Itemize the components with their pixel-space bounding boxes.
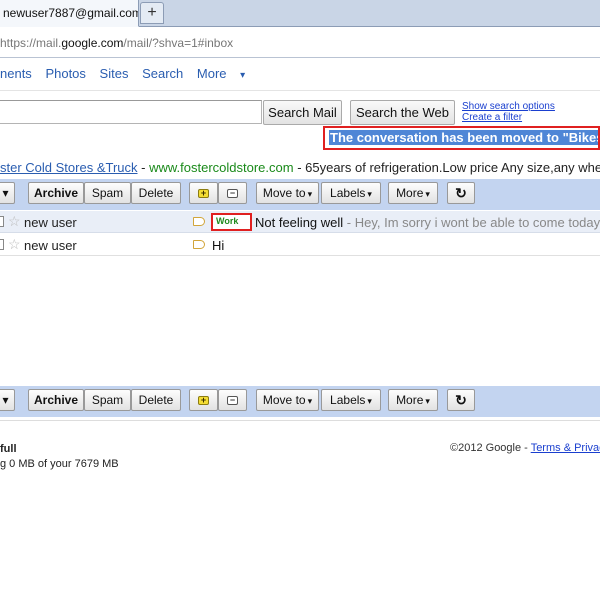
google-nav: nents Photos Sites Search More ▾ xyxy=(0,66,265,81)
search-mail-button[interactable]: Search Mail xyxy=(263,100,342,125)
nav-item-photos[interactable]: Photos xyxy=(45,66,85,81)
message-sender: new user xyxy=(24,238,77,253)
archive-button[interactable]: Archive xyxy=(28,389,84,411)
label-work[interactable]: Work xyxy=(211,213,252,231)
message-toolbar-bottom: ▾ Archive Spam Delete + − Move to ▾ Label… xyxy=(0,386,600,417)
message-checkbox[interactable] xyxy=(0,239,4,250)
storage-info: full g 0 MB of your 7679 MB xyxy=(0,442,119,472)
move-to-button[interactable]: Move to ▾ xyxy=(256,182,319,204)
importance-marker-icon[interactable] xyxy=(193,240,205,249)
refresh-icon: ↻ xyxy=(455,185,467,201)
chevron-down-icon: ▾ xyxy=(307,396,313,406)
storage-usage: g 0 MB of your 7679 MB xyxy=(0,458,119,470)
plus-icon: + xyxy=(198,189,209,199)
ad-description: - 65years of refrigeration.Low price Any… xyxy=(297,160,600,175)
labels-button[interactable]: Labels ▾ xyxy=(321,182,381,204)
chevron-down-icon: ▾ xyxy=(307,189,313,199)
message-sender: new user xyxy=(24,215,77,230)
move-to-button[interactable]: Move to ▾ xyxy=(256,389,319,411)
message-snippet: - Hey, Im sorry i wont be able to come t… xyxy=(343,215,600,230)
spam-button[interactable]: Spam xyxy=(84,182,131,204)
chevron-down-icon: ▾ xyxy=(367,189,372,199)
star-icon[interactable]: ☆ xyxy=(8,236,21,253)
message-subject: Not feeling well - Hey, Im sorry i wont … xyxy=(255,215,600,230)
ad-url[interactable]: www.fostercoldstore.com xyxy=(149,160,294,175)
importance-marker-icon[interactable] xyxy=(193,217,205,226)
archive-button[interactable]: Archive xyxy=(28,182,84,204)
plus-icon: + xyxy=(198,396,209,406)
view-mode-label[interactable]: full xyxy=(0,442,119,457)
mark-important-button[interactable]: + xyxy=(189,182,218,204)
select-dropdown-button[interactable]: ▾ xyxy=(0,182,15,204)
terms-privacy-link[interactable]: Terms & Privacy xyxy=(531,442,600,454)
chevron-down-icon: ▾ xyxy=(367,396,372,406)
select-dropdown-button[interactable]: ▾ xyxy=(0,389,15,411)
chevron-down-icon: ▾ xyxy=(425,396,430,406)
refresh-button[interactable]: ↻ xyxy=(447,389,475,411)
minus-icon: − xyxy=(227,189,238,199)
footer-divider xyxy=(0,420,600,421)
new-tab-button[interactable]: + xyxy=(140,2,164,24)
more-actions-button[interactable]: More ▾ xyxy=(388,182,438,204)
address-bar[interactable]: https://mail.google.com/mail/?shva=1#inb… xyxy=(0,28,600,58)
browser-tab-title: newuser7887@gmail.com xyxy=(3,6,139,20)
browser-tab-bar: newuser7887@gmail.com + xyxy=(0,0,600,27)
chevron-down-icon: ▾ xyxy=(2,393,9,407)
create-filter-link[interactable]: Create a filter xyxy=(462,112,555,123)
refresh-icon: ↻ xyxy=(455,392,467,408)
chevron-down-icon: ▾ xyxy=(2,186,9,200)
spam-button[interactable]: Spam xyxy=(84,389,131,411)
chevron-down-icon: ▾ xyxy=(425,189,430,199)
more-actions-button[interactable]: More ▾ xyxy=(388,389,438,411)
copyright-text: ©2012 Google - xyxy=(450,442,531,454)
nav-item-sites[interactable]: Sites xyxy=(100,66,129,81)
minus-icon: − xyxy=(227,396,238,406)
moved-conversation-notice: The conversation has been moved to "Bike… xyxy=(323,126,600,150)
nav-more-menu[interactable]: More ▾ xyxy=(197,66,255,81)
search-web-button[interactable]: Search the Web xyxy=(350,100,455,125)
mark-not-important-button[interactable]: − xyxy=(218,389,247,411)
star-icon[interactable]: ☆ xyxy=(8,213,21,230)
message-subject: Hi xyxy=(212,238,225,253)
plus-icon: + xyxy=(147,4,157,21)
message-checkbox[interactable] xyxy=(0,216,4,227)
chevron-down-icon: ▾ xyxy=(240,70,246,81)
message-row[interactable]: ☆ new user Work Not feeling well - Hey, … xyxy=(0,211,600,233)
message-row[interactable]: ☆ new user Hi xyxy=(0,234,600,256)
notice-text: The conversation has been moved to "Bike… xyxy=(329,130,598,145)
browser-tab[interactable]: newuser7887@gmail.com xyxy=(0,0,139,27)
message-toolbar-top: ▾ Archive Spam Delete + − Move to ▾ Label… xyxy=(0,179,600,210)
show-search-options-link[interactable]: Show search options xyxy=(462,101,555,112)
copyright-footer: ©2012 Google - Terms & Privacy xyxy=(450,442,600,454)
delete-button[interactable]: Delete xyxy=(131,389,181,411)
ad-title-link[interactable]: ster Cold Stores &Truck xyxy=(0,160,138,175)
url-text: https://mail.google.com/mail/?shva=1#inb… xyxy=(0,36,234,50)
mark-not-important-button[interactable]: − xyxy=(218,182,247,204)
search-links: Show search options Create a filter xyxy=(462,101,555,123)
search-input[interactable] xyxy=(0,100,262,124)
labels-button[interactable]: Labels ▾ xyxy=(321,389,381,411)
delete-button[interactable]: Delete xyxy=(131,182,181,204)
nav-divider xyxy=(0,90,600,91)
refresh-button[interactable]: ↻ xyxy=(447,182,475,204)
nav-item-search[interactable]: Search xyxy=(142,66,183,81)
mark-important-button[interactable]: + xyxy=(189,389,218,411)
nav-item-documents[interactable]: nents xyxy=(0,66,32,81)
sponsored-link: ster Cold Stores &Truck - www.fostercold… xyxy=(0,160,600,175)
